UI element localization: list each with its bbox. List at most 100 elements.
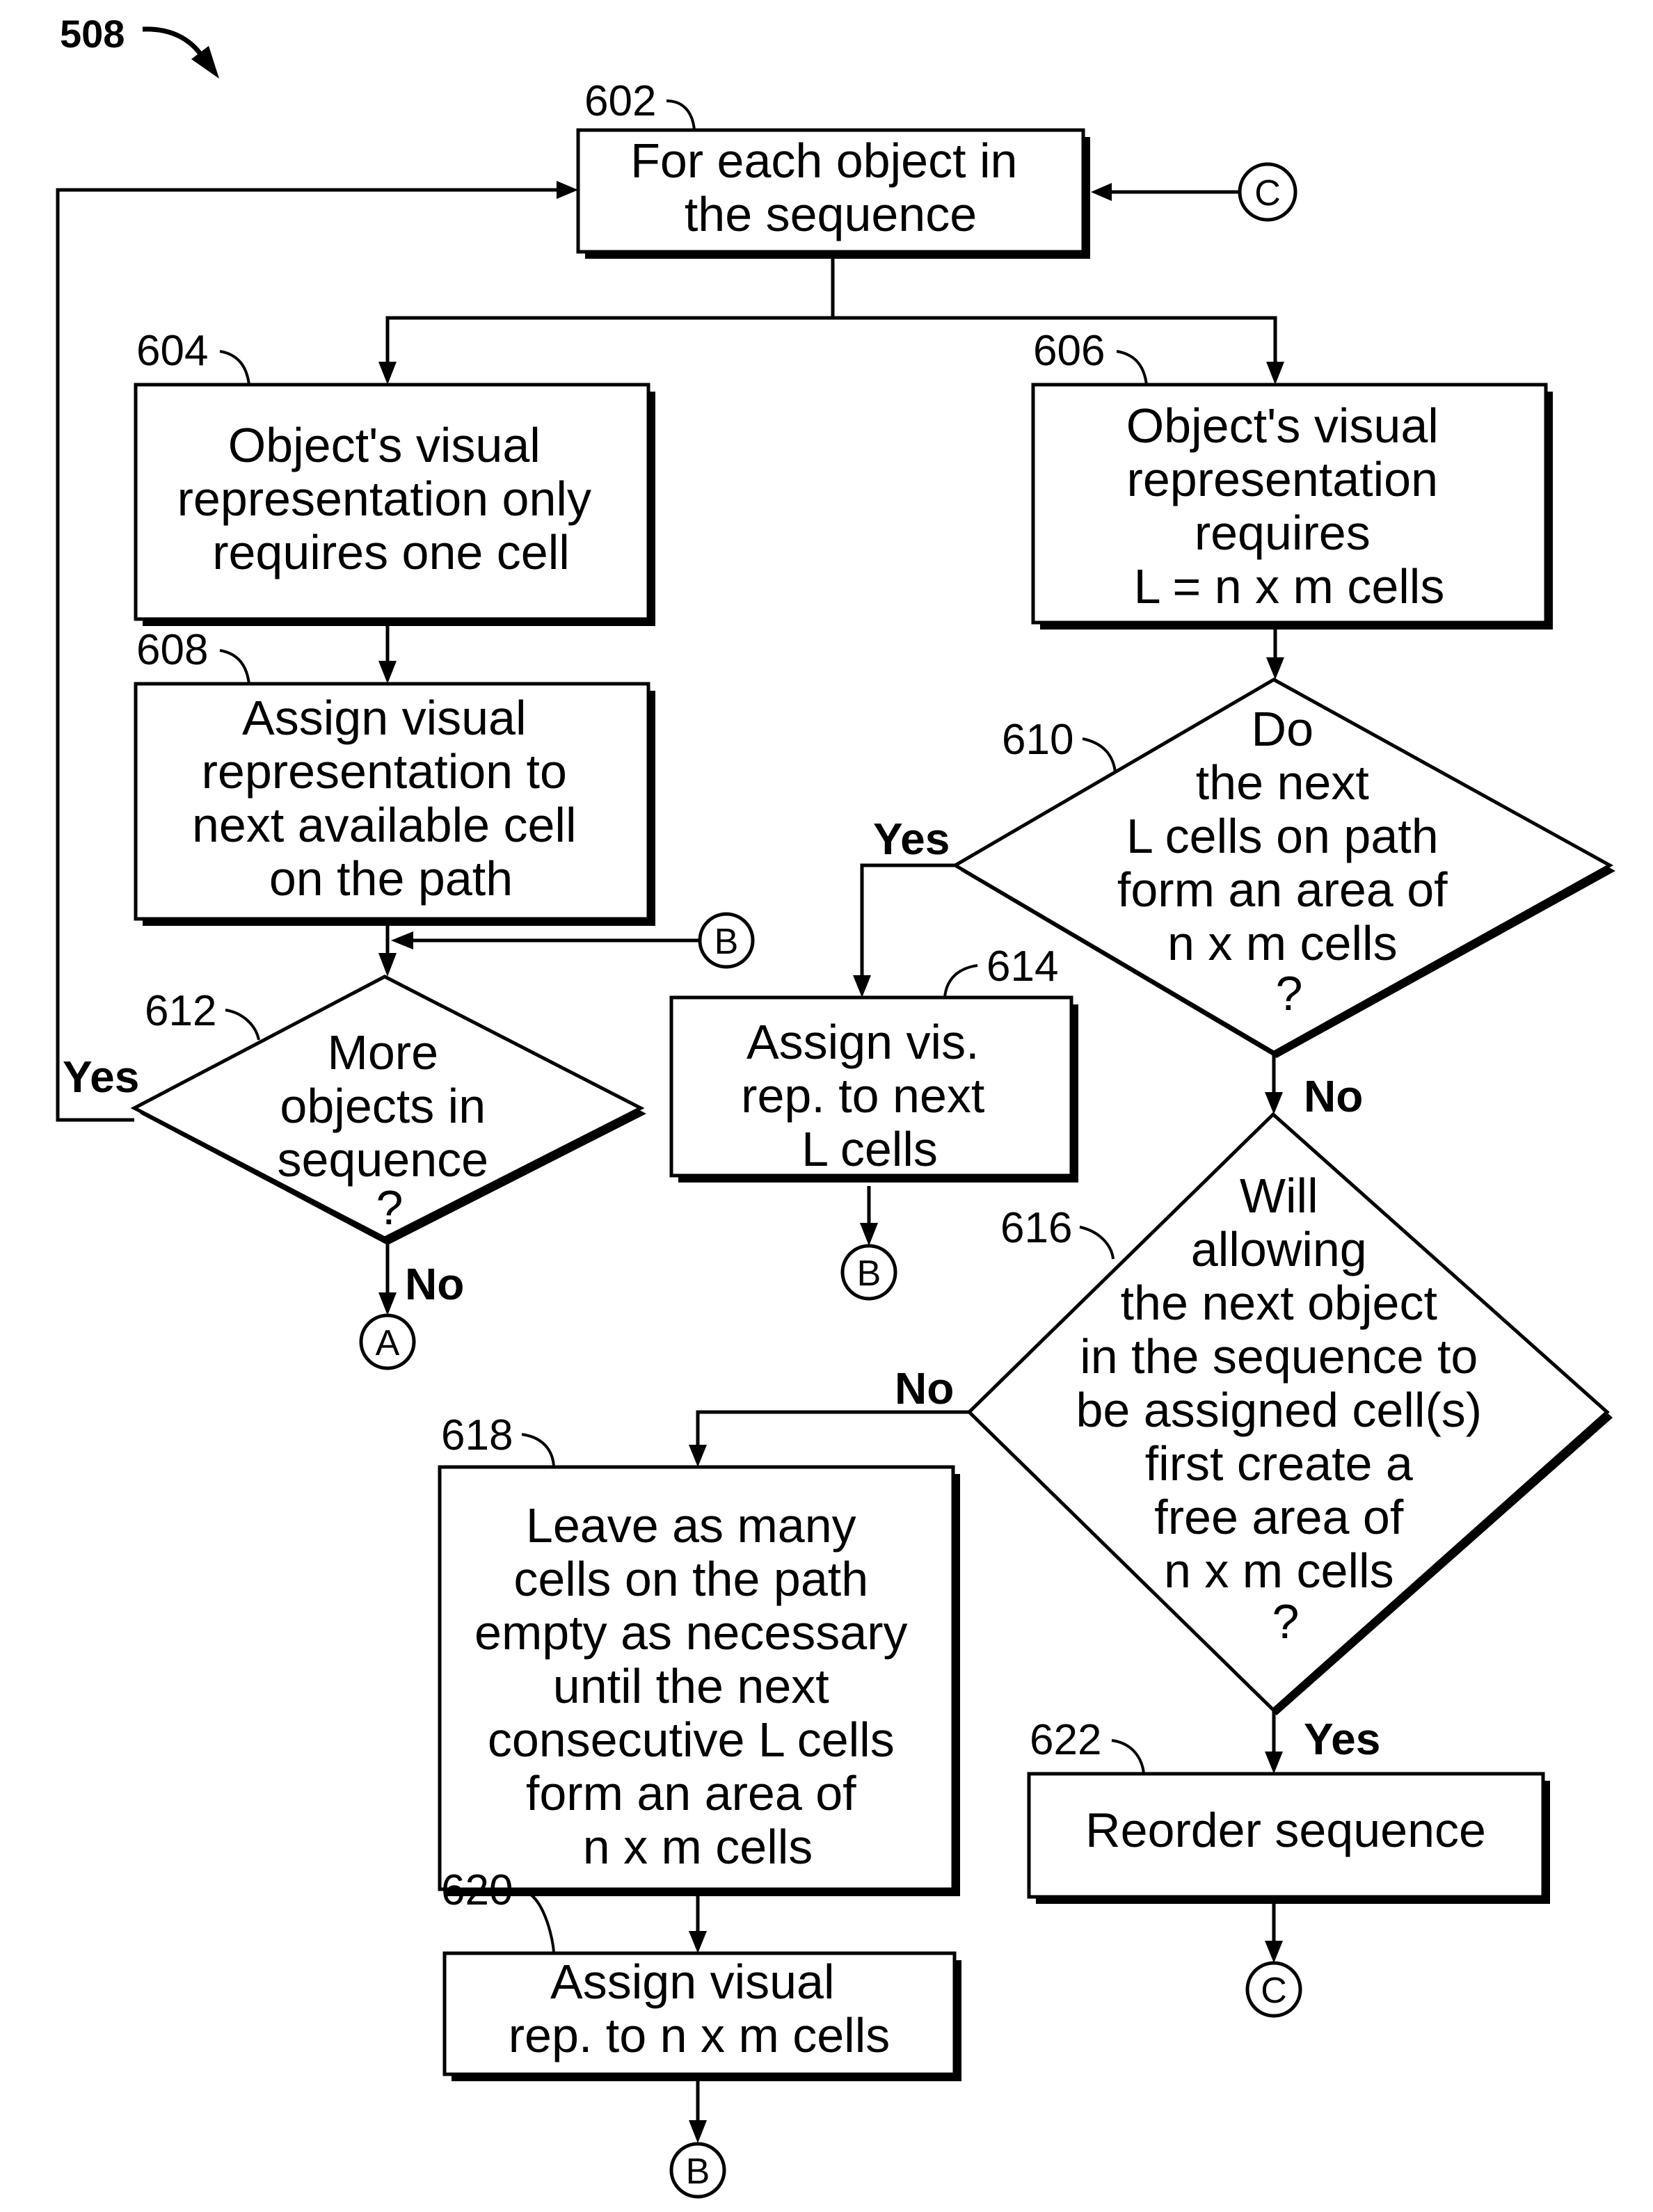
svg-text:604: 604 [136,327,208,375]
svg-text:618: 618 [441,1411,513,1459]
node-622: Reorder sequence [1027,1772,1550,1904]
arrowhead-into-618 [689,1445,707,1467]
node-604: Object's visual representation only requ… [134,383,655,626]
node-608: Assign visual representation to next ava… [134,682,655,926]
node-616-line: allowing [1191,1222,1367,1276]
svg-text:C: C [1261,1971,1287,2011]
arrowhead-into-612 [378,953,397,977]
connector-b-620: B [669,2142,726,2199]
figure-label: 508 [60,12,125,56]
edge-612-yes-loop [56,188,564,1122]
node-606-line: requires [1195,506,1371,560]
arrowhead-into-616 [1265,1092,1283,1114]
node-606-line: L = n x m cells [1134,559,1445,614]
label-610-no: No [1304,1071,1363,1121]
arrowhead-into-b-614 [860,1223,878,1246]
svg-text:608: 608 [136,626,208,674]
svg-text:Object's visual represen: Object's visual representation requires … [1126,399,1453,614]
ref-604: 604 [136,327,250,385]
svg-text:A: A [376,1323,400,1363]
svg-text:610: 610 [1002,716,1073,764]
node-616-line: the next object [1121,1276,1437,1330]
node-610-line: form an area of [1117,863,1448,917]
node-618-line: Leave as many [526,1498,856,1553]
node-616-line: first create a [1145,1436,1413,1491]
node-618-line: until the next [553,1659,829,1713]
node-616-line: in the sequence to [1080,1329,1478,1384]
edge-602-split [385,316,1277,369]
node-604-line: representation only [177,472,591,526]
node-610-line: Do [1252,702,1313,756]
arrowhead-into-c-622 [1265,1941,1283,1963]
node-616-line: Will [1240,1169,1318,1223]
svg-text:Assign visual rep. to n: Assign visual rep. to n x m cells [509,1955,891,2062]
node-608-line: next available cell [192,798,577,852]
arrowhead-into-608 [378,661,397,684]
arrowhead-into-610 [1266,657,1284,680]
edge-610-yes [860,863,955,982]
node-614-line: rep. to next [741,1068,984,1123]
node-610-line: n x m cells [1167,916,1398,970]
node-610-line: the next [1196,755,1369,810]
label-612-no: No [405,1259,464,1309]
arrowhead-into-614 [853,975,871,997]
svg-text:B: B [857,1253,881,1294]
svg-text:Object's visual represen: Object's visual representation only requ… [177,418,605,579]
arrowhead-into-620 [689,1931,707,1953]
label-610-yes: Yes [873,814,950,864]
node-618-line: n x m cells [583,1820,813,1874]
node-616-line: free area of [1154,1490,1404,1544]
node-604-line: Object's visual [228,418,541,472]
svg-text:For each object in the s: For each object in the sequence [630,134,1031,241]
svg-text:616: 616 [1000,1204,1072,1252]
svg-text:612: 612 [145,987,216,1035]
node-620-line: rep. to n x m cells [509,2008,891,2062]
node-602-line: For each object in [630,134,1017,188]
ref-610: 610 [1002,716,1117,773]
node-608-line: representation to [202,744,567,799]
node-614-line: Assign vis. [746,1015,980,1069]
connector-c-top: C [1238,162,1297,222]
arrowhead-into-602-left [557,181,578,199]
svg-text:620: 620 [441,1866,513,1914]
label-616-yes: Yes [1304,1714,1380,1764]
node-616-line: n x m cells [1164,1544,1394,1598]
connector-b-614: B [840,1244,897,1301]
node-614: Assign vis. rep. to next L cells [669,995,1078,1183]
label-616-no: No [895,1363,954,1413]
arrowhead-into-602-right [1091,183,1112,201]
svg-text:Reorder sequence: Reorder sequence [1085,1803,1486,1857]
connector-b-in: B [698,912,755,969]
node-618-line: empty as necessary [474,1605,907,1660]
node-610-line: ? [1276,966,1303,1020]
node-618-line: cells on the path [513,1552,868,1606]
connector-a-out: A [359,1313,416,1370]
arrowhead-into-622 [1265,1752,1283,1774]
node-602: For each object in the sequence [576,128,1090,259]
connector-c-622: C [1245,1961,1302,2018]
node-622-line: Reorder sequence [1085,1803,1486,1857]
svg-text:622: 622 [1030,1716,1101,1764]
svg-text:602: 602 [584,77,656,125]
node-608-line: Assign visual [242,691,527,745]
svg-text:606: 606 [1033,327,1105,375]
edge-616-no [696,1410,969,1452]
node-612-line: sequence [277,1132,488,1187]
flowchart: 508 For each object in the sequence Obje… [56,12,1615,2199]
ref-622: 622 [1030,1716,1145,1774]
node-606: Object's visual representation requires … [1031,383,1553,630]
node-616-line: be assigned cell(s) [1076,1383,1482,1437]
node-610-line: L cells on path [1126,809,1439,863]
node-604-line: requires one cell [212,525,570,579]
node-618-line: form an area of [526,1766,856,1820]
arrowhead-into-b-620 [689,2120,707,2143]
node-618: Leave as many cells on the path empty as… [438,1465,960,1896]
ref-616: 616 [1000,1204,1115,1260]
ref-612: 612 [145,987,260,1041]
arrowhead-into-604 [378,362,397,385]
ref-608: 608 [136,626,250,684]
svg-text:614: 614 [987,943,1058,991]
arrowhead-b-in [391,931,413,949]
node-616-line: ? [1272,1594,1300,1649]
arrowhead-into-606 [1266,362,1284,385]
